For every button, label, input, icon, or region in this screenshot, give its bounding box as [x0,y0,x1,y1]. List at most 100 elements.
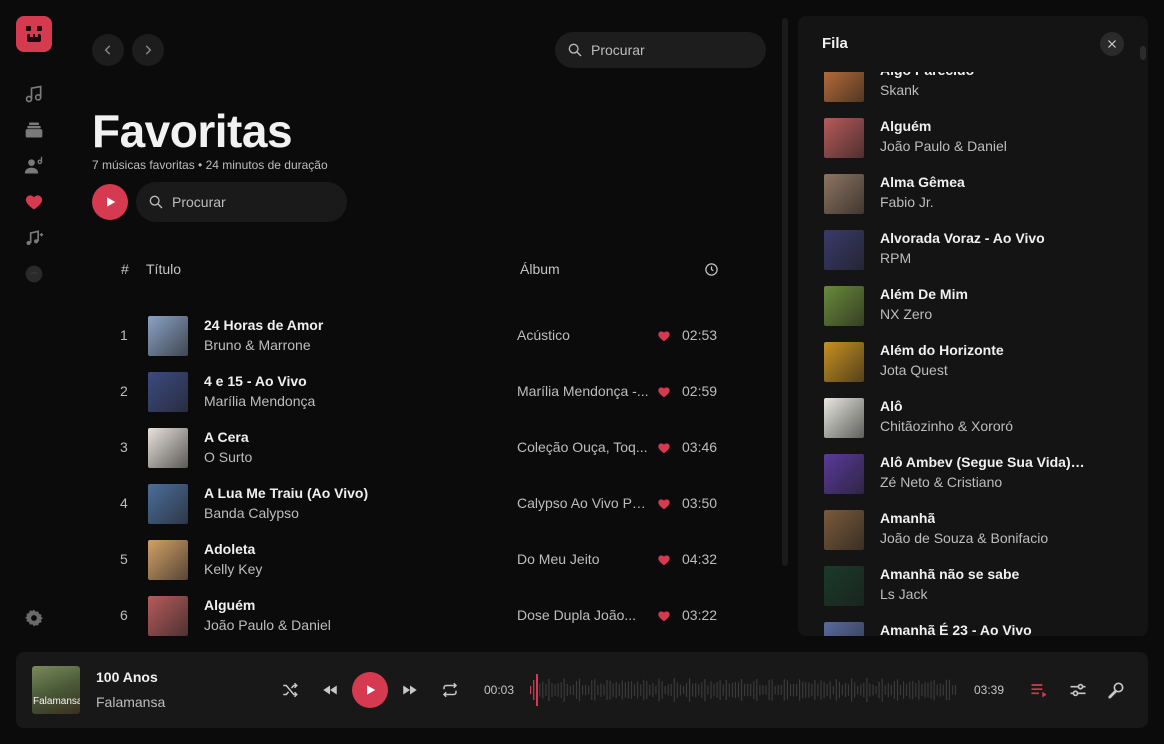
row-number: 2 [120,383,128,399]
waveform-bar [759,684,761,696]
track-title[interactable]: Alguém [204,597,255,613]
queue-item[interactable]: Amanhã É 23 - Ao Vivo [824,622,1124,636]
shuffle-button[interactable] [280,680,300,700]
forward-button[interactable] [132,34,164,66]
queue-thumbnail [824,174,864,214]
now-playing-title[interactable]: 100 Anos [96,669,158,685]
heart-icon[interactable] [24,192,44,212]
queue-item[interactable]: Algo Parecido Skank [824,72,1124,118]
radio-icon[interactable] [24,264,44,284]
waveform-bar [728,683,730,697]
equalizer-button[interactable] [1068,680,1088,700]
track-artist[interactable]: Marília Mendonça [204,393,315,409]
favorites-search-input[interactable]: Procurar [136,182,347,222]
track-artist[interactable]: João Paulo & Daniel [204,617,331,633]
heart-icon[interactable] [657,553,671,567]
playlist-icon[interactable] [24,228,44,248]
back-button[interactable] [92,34,124,66]
close-queue-button[interactable] [1100,32,1124,56]
now-playing-cover[interactable]: Falamansa [32,666,80,714]
track-album[interactable]: Calypso Ao Vivo Pel... [517,495,649,511]
queue-item[interactable]: Alvorada Voraz - Ao Vivo RPM [824,230,1124,286]
table-row[interactable]: 6 Alguém João Paulo & Daniel Dose Dupla … [108,590,730,642]
heart-icon[interactable] [657,441,671,455]
heart-icon[interactable] [657,329,671,343]
queue-scrollbar[interactable] [1140,46,1146,60]
waveform-bar [676,682,678,698]
now-playing-artist[interactable]: Falamansa [96,694,165,710]
waveform-bar [530,686,532,694]
main-scrollbar[interactable] [782,18,788,566]
table-row[interactable]: 5 Adoleta Kelly Key Do Meu Jeito 04:32 [108,534,730,586]
heart-icon[interactable] [657,385,671,399]
waveform-bar [563,678,565,702]
waveform-bar [548,678,550,702]
albums-icon[interactable] [24,120,44,140]
track-album[interactable]: Acústico [517,327,570,343]
app-logo[interactable] [16,16,52,52]
music-note-icon[interactable] [24,84,44,104]
lyrics-button[interactable] [1106,680,1126,700]
queue-item[interactable]: Amanhã não se sabe Ls Jack [824,566,1124,622]
queue-item[interactable]: Alguém João Paulo & Daniel [824,118,1124,174]
waveform-seekbar[interactable] [524,674,964,706]
waveform-bar [740,679,743,701]
next-button[interactable] [400,680,420,700]
track-album[interactable]: Dose Dupla João... [517,607,636,623]
play-all-button[interactable] [92,184,128,220]
sidebar [0,0,68,640]
track-title[interactable]: Adoleta [204,541,255,557]
heart-icon[interactable] [657,609,671,623]
track-album[interactable]: Do Meu Jeito [517,551,599,567]
global-search-input[interactable]: Procurar [555,32,766,68]
heart-icon[interactable] [657,497,671,511]
track-title[interactable]: 4 e 15 - Ao Vivo [204,373,307,389]
header-album[interactable]: Álbum [520,261,560,277]
waveform-bar [893,681,895,699]
waveform-bar [630,681,633,699]
queue-track-title: Alguém [880,118,932,134]
table-row[interactable]: 1 24 Horas de Amor Bruno & Marrone Acúst… [108,310,730,362]
track-album[interactable]: Marília Mendonça -... [517,383,649,399]
table-row[interactable]: 2 4 e 15 - Ao Vivo Marília Mendonça Marí… [108,366,730,418]
waveform-bar [948,679,950,701]
track-title[interactable]: A Lua Me Traiu (Ao Vivo) [204,485,368,501]
waveform-bar [655,685,657,695]
waveform-bar [710,681,712,699]
queue-item[interactable]: Alô Chitãozinho & Xororó [824,398,1124,454]
waveform-bar [551,683,553,697]
playhead[interactable] [536,674,538,706]
queue-item[interactable]: Além do Horizonte Jota Quest [824,342,1124,398]
previous-button[interactable] [320,680,340,700]
queue-item[interactable]: Amanhã João de Souza & Bonifacio [824,510,1124,566]
track-album[interactable]: Coleção Ouça, Toq... [517,439,647,455]
waveform-bar [786,680,788,700]
track-artist[interactable]: O Surto [204,449,252,465]
waveform-bar [652,682,654,697]
queue-item[interactable]: Alô Ambev (Segue Sua Vida) -... Zé Neto … [824,454,1124,510]
track-artist[interactable]: Bruno & Marrone [204,337,311,353]
track-title[interactable]: 24 Horas de Amor [204,317,323,333]
header-title[interactable]: Título [146,261,181,277]
waveform-bar [792,683,795,697]
gear-icon[interactable] [24,608,44,628]
table-row[interactable]: 3 A Cera O Surto Coleção Ouça, Toq... 03… [108,422,730,474]
waveform-bar [841,684,843,696]
track-title[interactable]: A Cera [204,429,249,445]
queue-item[interactable]: Além De Mim NX Zero [824,286,1124,342]
waveform-bar [737,682,740,698]
waveform-bar [682,685,685,695]
track-artist[interactable]: Banda Calypso [204,505,299,521]
track-thumbnail [148,316,188,356]
waveform-bar [863,682,865,698]
waveform-bar [912,680,914,700]
queue-toggle-button[interactable] [1029,680,1049,700]
artists-icon[interactable] [24,156,44,176]
table-row[interactable]: 4 A Lua Me Traiu (Ao Vivo) Banda Calypso… [108,478,730,530]
queue-item[interactable]: Alma Gêmea Fabio Jr. [824,174,1124,230]
play-pause-button[interactable] [352,672,388,708]
repeat-button[interactable] [440,680,460,700]
waveform-bar [854,682,856,698]
waveform-bar [927,682,929,698]
track-artist[interactable]: Kelly Key [204,561,262,577]
